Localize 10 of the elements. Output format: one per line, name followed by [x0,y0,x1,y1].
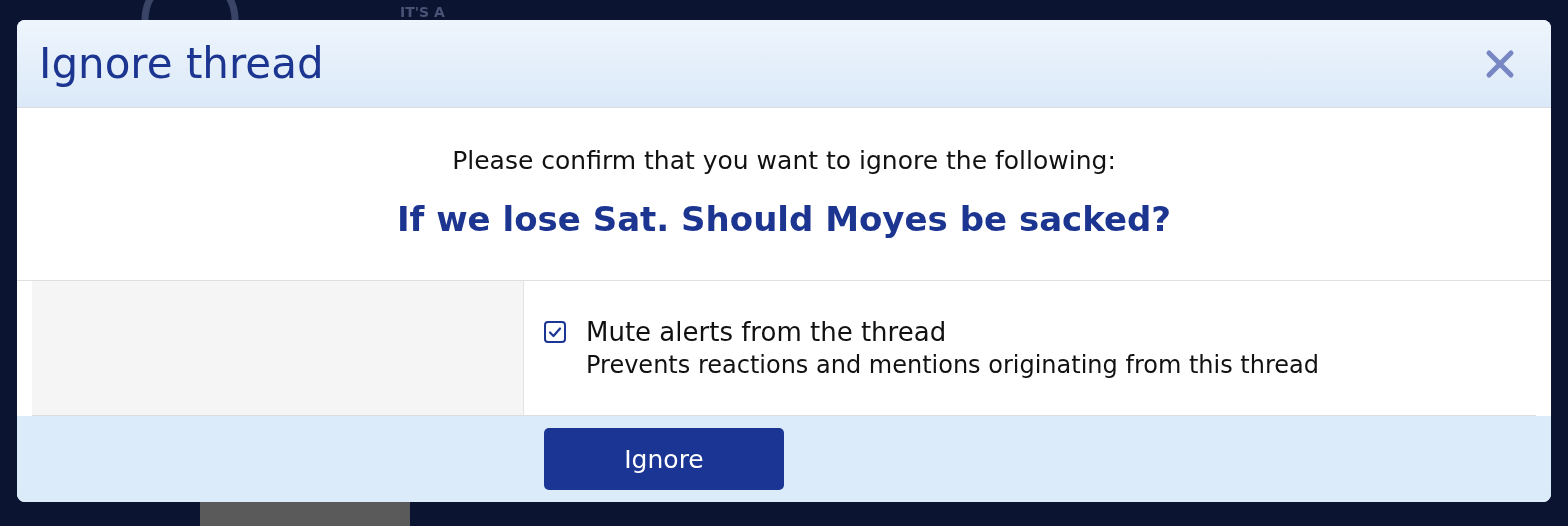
banner-text: IT'S A [400,4,445,20]
close-icon[interactable] [1485,48,1515,79]
ignore-button[interactable]: Ignore [544,428,784,490]
check-icon [547,324,563,340]
thread-title: If we lose Sat. Should Moyes be sacked? [396,199,1172,239]
confirm-message: Please confirm that you want to ignore the following: [452,146,1116,175]
option-label: Mute alerts from the thread [586,317,948,347]
option-description: Prevents reactions and mentions originating from this thread [586,351,1319,379]
dialog-title: Ignore thread [39,39,324,88]
checkbox[interactable] [544,321,566,343]
